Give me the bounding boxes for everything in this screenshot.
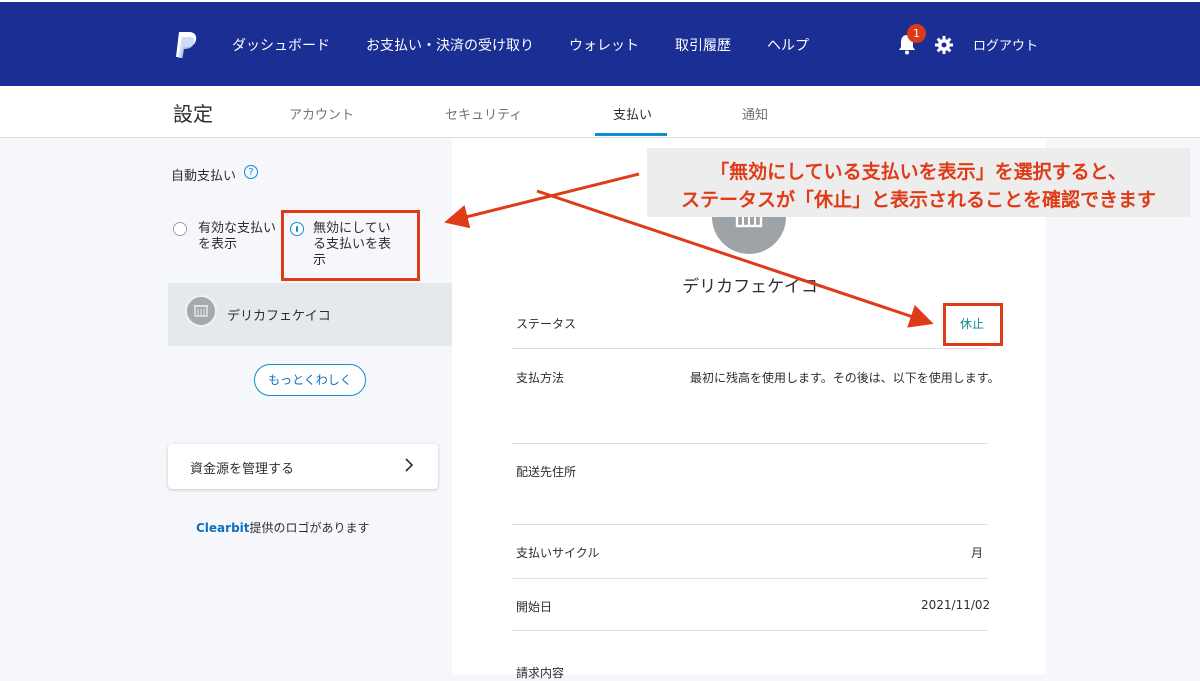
radio-active-label-line-1: 有効な支払い (198, 221, 277, 236)
learn-more-button[interactable]: もっとくわしく (254, 364, 366, 396)
status-label: ステータス (516, 317, 577, 331)
divider (512, 578, 988, 579)
help-icon[interactable]: ? (244, 165, 258, 179)
annotation-line-2: ステータスが「休止」と表示されることを確認できます (680, 189, 1156, 211)
divider (512, 524, 988, 525)
divider (512, 443, 988, 444)
logout-link[interactable]: ログアウト (973, 35, 1038, 54)
store-icon (185, 295, 217, 327)
gear-icon[interactable] (935, 36, 953, 54)
billing-details-label: 請求内容 (516, 666, 565, 680)
detail-merchant-name: デリカフェケイコ (682, 277, 818, 297)
tab-payments[interactable]: 支払い (613, 104, 652, 123)
nav-dashboard[interactable]: ダッシュボード (232, 35, 330, 55)
clearbit-note: Clearbit提供のロゴがあります (196, 519, 370, 536)
payment-method-value: 最初に残高を使用します。その後は、以下を使用します。 (690, 371, 1000, 385)
top-navigation-bar: ダッシュボード お支払い・決済の受け取り ウォレット 取引履歴 ヘルプ 1 ログ… (0, 0, 1200, 86)
highlight-box-status (943, 303, 1003, 346)
tab-notifications[interactable]: 通知 (742, 104, 768, 123)
paypal-logo[interactable] (173, 30, 199, 60)
nav-activity[interactable]: 取引履歴 (675, 35, 731, 55)
nav-wallet[interactable]: ウォレット (569, 35, 639, 55)
clearbit-note-text: 提供のロゴがあります (249, 521, 370, 535)
shipping-address-label: 配送先住所 (516, 465, 577, 479)
tab-security[interactable]: セキュリティ (445, 104, 522, 123)
divider (512, 630, 988, 631)
billing-cycle-label: 支払いサイクル (516, 546, 600, 560)
chevron-right-icon (405, 458, 414, 472)
page-title: 設定 (173, 102, 213, 126)
payment-method-label: 支払方法 (516, 371, 565, 385)
divider (512, 348, 988, 349)
clearbit-link[interactable]: Clearbit (196, 521, 250, 535)
radio-active-label-line-2: を表示 (198, 237, 238, 252)
billing-cycle-value: 月 (971, 546, 984, 560)
notification-badge: 1 (907, 24, 926, 43)
merchant-name: デリカフェケイコ (227, 309, 331, 324)
manage-funding-label: 資金源を管理する (190, 462, 295, 477)
start-date-label: 開始日 (516, 600, 553, 614)
highlight-box-inactive-radio (281, 210, 420, 281)
settings-tab-bar: 設定 アカウント セキュリティ 支払い 通知 (0, 86, 1200, 138)
automatic-payments-heading: 自動支払い (171, 169, 237, 184)
active-tab-indicator (595, 133, 667, 136)
nav-payments[interactable]: お支払い・決済の受け取り (366, 35, 534, 55)
radio-active-label: 有効な支払い を表示 (198, 221, 276, 253)
annotation-callout: 「無効にしている支払いを表示」を選択すると、 ステータスが「休止」と表示されるこ… (647, 148, 1190, 217)
start-date-value: 2021/11/02 (921, 598, 991, 612)
manage-funding-button[interactable]: 資金源を管理する (168, 444, 438, 489)
annotation-line-1: 「無効にしている支払いを表示」を選択すると、 (710, 161, 1127, 183)
tab-account[interactable]: アカウント (289, 104, 354, 123)
nav-help[interactable]: ヘルプ (767, 35, 809, 55)
radio-active-payments[interactable] (173, 222, 187, 236)
